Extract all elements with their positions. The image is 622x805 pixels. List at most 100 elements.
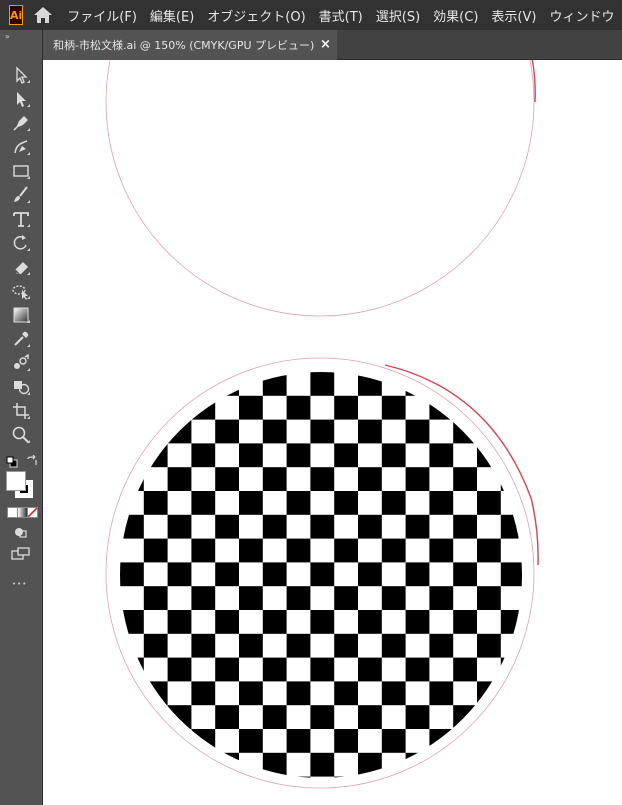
- checker-square: [239, 633, 263, 658]
- document-tab[interactable]: 和柄-市松文様.ai @ 150% (CMYK/GPU プレビュー) ×: [43, 30, 337, 60]
- checker-square: [525, 681, 549, 705]
- checker-square: [191, 395, 216, 420]
- checker-square: [120, 419, 144, 444]
- checker-square: [405, 562, 430, 587]
- fill-color-swatch[interactable]: [6, 471, 26, 491]
- checker-square: [239, 586, 263, 610]
- none-mode-icon[interactable]: [27, 507, 38, 518]
- swap-colors-icon[interactable]: [26, 452, 38, 465]
- checker-square: [429, 538, 454, 563]
- checker-square: [334, 776, 358, 778]
- checker-square: [191, 586, 216, 610]
- checker-square: [381, 729, 406, 753]
- checker-square: [310, 562, 335, 587]
- checker-square: [167, 467, 192, 491]
- checker-square: [525, 539, 549, 563]
- collapse-panel-icon[interactable]: »: [5, 32, 10, 41]
- checker-square: [120, 514, 144, 539]
- checker-square: [262, 657, 287, 682]
- checker-square: [310, 419, 335, 444]
- menu-view[interactable]: 表示(V): [491, 6, 536, 25]
- checker-square: [405, 514, 430, 539]
- checker-square: [358, 372, 382, 396]
- checker-square: [500, 562, 522, 587]
- checker-square: [143, 681, 168, 706]
- more-tools-icon[interactable]: •••: [12, 580, 27, 588]
- type-tool-icon[interactable]: [8, 208, 34, 230]
- checker-square: [215, 467, 239, 491]
- checker-square: [405, 657, 430, 682]
- checker-square: [191, 776, 216, 778]
- menu-select[interactable]: 選択(S): [376, 6, 420, 25]
- checker-square: [453, 467, 477, 491]
- gradient-tool-icon[interactable]: [8, 304, 34, 326]
- ichimatsu-checker-pattern[interactable]: [120, 372, 548, 800]
- checker-square: [143, 776, 168, 778]
- menu-edit[interactable]: 編集(E): [150, 6, 194, 25]
- checker-square: [381, 681, 406, 706]
- checker-square: [143, 586, 168, 610]
- artboard-canvas[interactable]: [43, 60, 622, 805]
- checker-square: [262, 705, 287, 729]
- paintbrush-tool-icon[interactable]: [8, 184, 34, 206]
- selection-tool-icon[interactable]: [8, 64, 34, 86]
- checker-square: [358, 610, 382, 634]
- menu-file[interactable]: ファイル(F): [67, 6, 137, 25]
- rectangle-tool-icon[interactable]: [8, 160, 34, 182]
- curvature-tool-icon[interactable]: [8, 136, 34, 158]
- menu-effect[interactable]: 効果(C): [433, 6, 478, 25]
- artboard-tool-icon[interactable]: [8, 400, 34, 422]
- checker-square: [262, 562, 287, 587]
- blend-tool-icon[interactable]: [8, 352, 34, 374]
- checker-square: [358, 467, 382, 491]
- checker-square: [262, 752, 287, 777]
- default-colors-icon[interactable]: [6, 453, 18, 468]
- menu-object[interactable]: オブジェクト(O): [207, 6, 305, 25]
- eyedropper-tool-icon[interactable]: [8, 328, 34, 350]
- checker-square: [120, 752, 144, 777]
- checker-square: [405, 467, 430, 491]
- checker-square: [429, 443, 454, 468]
- home-icon[interactable]: [33, 4, 53, 26]
- screen-mode-icon[interactable]: [11, 546, 31, 562]
- checker-square: [215, 514, 239, 539]
- checker-square: [358, 562, 382, 587]
- direct-selection-tool-icon[interactable]: [8, 88, 34, 110]
- checker-square: [215, 562, 239, 587]
- zoom-tool-icon[interactable]: [8, 424, 34, 446]
- document-title: 和柄-市松文様.ai @ 150% (CMYK/GPU プレビュー): [53, 39, 315, 52]
- checker-square: [191, 538, 216, 563]
- checker-square: [334, 633, 358, 658]
- checker-square: [239, 395, 263, 420]
- checker-square: [191, 491, 216, 515]
- drawing-mode-icon[interactable]: [14, 524, 28, 538]
- pen-tool-icon[interactable]: [8, 112, 34, 134]
- checker-square: [525, 729, 549, 753]
- puppet-warp-tool-icon[interactable]: [8, 280, 34, 302]
- checker-square: [500, 752, 522, 777]
- checker-square: [429, 395, 454, 420]
- checker-square: [143, 443, 168, 468]
- checker-square: [334, 491, 358, 515]
- eraser-tool-icon[interactable]: [8, 256, 34, 278]
- tools-panel: » •••: [0, 30, 43, 805]
- checker-square: [381, 395, 406, 420]
- upper-circle-outline[interactable]: [105, 60, 535, 317]
- checker-square: [429, 681, 454, 706]
- menu-type[interactable]: 書式(T): [319, 6, 363, 25]
- checker-square: [143, 633, 168, 658]
- artwork: [105, 60, 548, 800]
- checker-square: [262, 514, 287, 539]
- checker-square: [167, 372, 192, 396]
- checker-square: [167, 752, 192, 777]
- checker-square: [334, 538, 358, 563]
- rotate-tool-icon[interactable]: [8, 232, 34, 254]
- checker-square: [500, 372, 522, 396]
- menu-window[interactable]: ウィンドウ: [549, 6, 614, 25]
- close-tab-icon[interactable]: ×: [320, 37, 331, 52]
- checker-square: [429, 586, 454, 610]
- checker-square: [525, 396, 549, 420]
- checker-square: [405, 705, 430, 729]
- checker-square: [310, 657, 335, 682]
- shape-builder-tool-icon[interactable]: [8, 376, 34, 398]
